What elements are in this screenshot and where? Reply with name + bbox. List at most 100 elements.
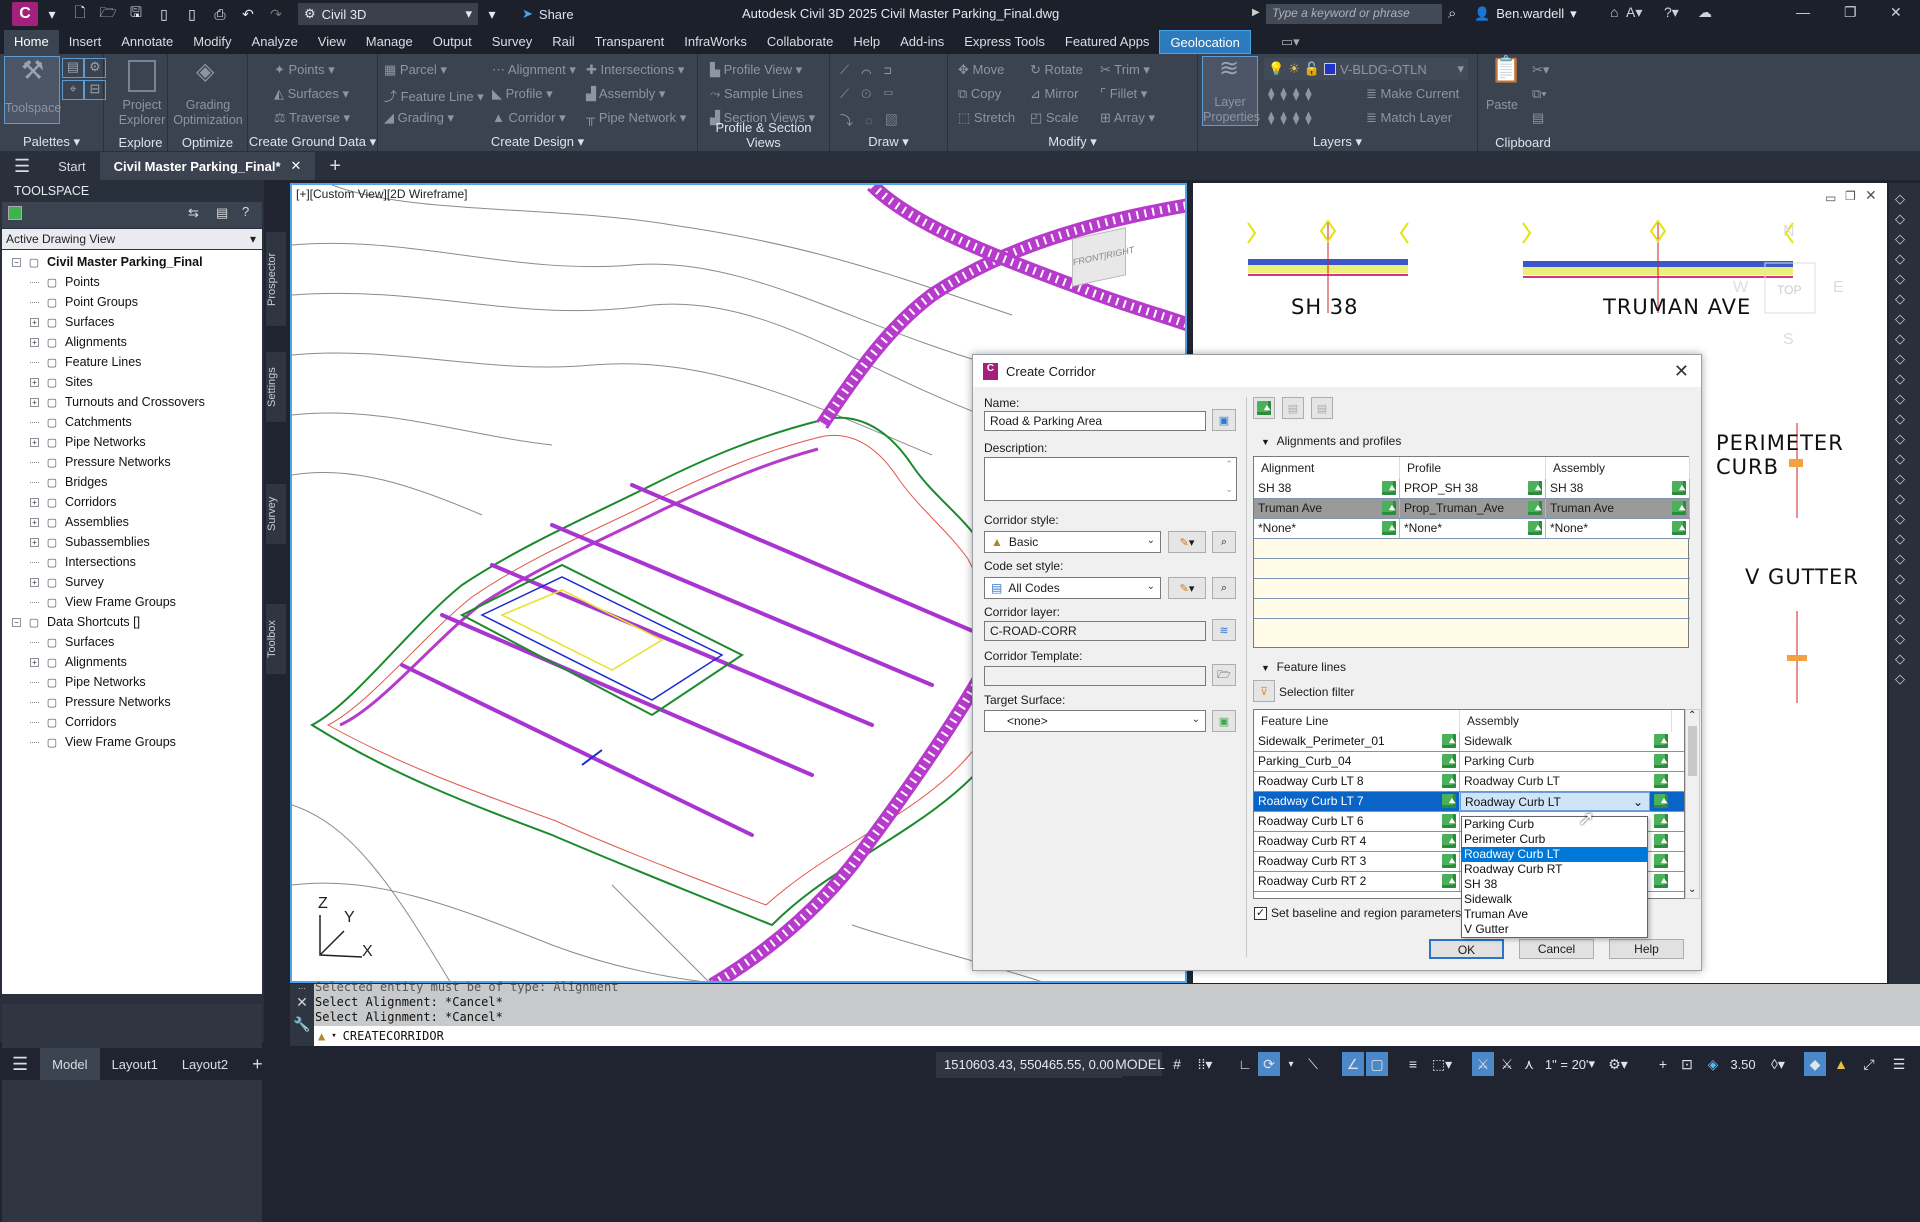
feature-lines-section-toggle[interactable]: ▼ Feature lines [1261,660,1346,674]
toolspace-button[interactable]: ⚒ Toolspace [4,56,61,124]
template-browse-button[interactable]: 🗁 [1212,664,1236,686]
pick-from-drawing-icon[interactable] [1528,501,1542,515]
cube-icon[interactable] [8,206,22,220]
globe-icon[interactable]: ◇ [1895,331,1905,347]
tree-data-shortcuts[interactable]: − ▢ Data Shortcuts [] [12,612,140,632]
tree-item-corridors[interactable]: + ▢ Corridors [30,492,116,512]
point-icon[interactable]: ◇ [1895,351,1905,367]
expand-toggle-icon[interactable]: + [30,317,39,327]
toggle-list-icon[interactable]: ▤ [216,205,228,221]
chevron-down-icon[interactable]: ⌄ [1633,793,1643,812]
dialog-close-button[interactable]: ✕ [1674,361,1689,382]
point-cloud-icon[interactable]: ◇ [1895,591,1905,607]
prospector-toggle-icon[interactable]: ▤ [62,58,84,78]
scroll-down-icon[interactable]: ⌄ [1225,484,1233,495]
fillet-menu[interactable]: ⌜ Fillet ▾ [1100,86,1147,102]
alignment-cell-assembly[interactable]: SH 38 [1546,479,1690,498]
ribbon-tab-rail[interactable]: Rail [542,30,584,54]
corridor-style-edit-button[interactable]: ✎ ▾ [1168,531,1206,553]
feature-line-cell[interactable]: Roadway Curb LT 6 [1254,812,1460,831]
settings-toggle-icon[interactable]: ⚙ [84,58,106,78]
cut-button[interactable]: ✂▾ [1532,62,1549,78]
coordinates-readout[interactable]: 1510603.43, 550465.55, 0.00 [936,1052,1122,1078]
draw-tools-row3[interactable]: ⤵◌▨ [840,110,910,129]
copy-clip-button[interactable]: ⧉▾ [1532,86,1547,102]
target-surface-select[interactable]: <none> ⌄ [984,710,1206,732]
profile-menu[interactable]: ◣ Profile ▾ [492,86,553,102]
tab-layout1[interactable]: Layout1 [100,1048,170,1080]
assembly-cell[interactable]: Sidewalk [1460,732,1672,751]
ribbon-tab-infraworks[interactable]: InfraWorks [674,30,757,54]
alignment-cell-profile[interactable]: Prop_Truman_Ave [1400,499,1546,518]
ribbon-tab-featured-apps[interactable]: Featured Apps [1055,30,1160,54]
alignment-cell-profile[interactable]: PROP_SH 38 [1400,479,1546,498]
selection-filter-button[interactable]: ⊽ [1253,680,1275,702]
save-to-web-icon[interactable]: ▯ [153,3,175,25]
cancel-button[interactable]: Cancel [1519,939,1594,959]
open-from-web-icon[interactable]: ▯ [181,3,203,25]
ribbon-tab-overflow-icon[interactable]: ▭▾ [1271,30,1310,54]
parcel-menu[interactable]: ▦ Parcel ▾ [384,62,447,78]
align-grid-header[interactable]: Assembly [1546,457,1690,479]
survey-toggle-icon[interactable]: ⌖ [62,80,84,100]
layer-tools-row2[interactable]: ⧫⧫⧫⧫ [1268,110,1318,126]
properties-icon[interactable]: ◇ [1895,431,1905,447]
assembly-cell[interactable]: Roadway Curb LT [1460,772,1672,791]
tree-item-pipe-networks[interactable]: + ▢ Pipe Networks [30,432,146,452]
pick-from-drawing-icon[interactable] [1672,521,1686,535]
object-snap-icon[interactable]: ▢ [1366,1052,1388,1076]
isodraft-icon[interactable]: ⟍ [1302,1052,1324,1076]
tree-item-catchments[interactable]: ▢ Catchments [30,412,132,432]
set-baseline-checkbox[interactable]: ✓ [1254,906,1267,920]
workspace-gear-icon[interactable]: ⚙▾ [1604,1052,1632,1076]
tree-item-turnouts-and-crossovers[interactable]: + ▢ Turnouts and Crossovers [30,392,205,412]
fullscreen-icon[interactable]: ⤢ [1858,1052,1880,1076]
rotate-button[interactable]: ↻ Rotate [1030,62,1083,78]
pick-from-drawing-icon[interactable] [1654,834,1668,848]
search-expand-icon[interactable]: ▶ [1252,7,1260,18]
new-file-icon[interactable]: 🗋 [69,3,91,25]
tree-item-point-groups[interactable]: ▢ Point Groups [30,292,138,312]
create-ground-panel-label[interactable]: Create Ground Data ▾ [248,134,377,150]
layers-panel-label[interactable]: Layers ▾ [1198,134,1477,150]
item-view-icon[interactable]: ⇆ [188,205,199,221]
alignment-row[interactable]: *None* *None* *None* [1254,519,1690,539]
layout-menu-icon[interactable]: ☰ [0,1048,40,1080]
minimize-button[interactable]: — [1796,4,1810,20]
expand-toggle-icon[interactable]: + [30,337,39,347]
compass-top[interactable]: TOP [1777,283,1801,297]
toolspace-view-dropdown[interactable]: Active Drawing View ▾ [2,229,262,249]
pick-from-drawing-icon[interactable] [1442,834,1456,848]
intersections-menu[interactable]: ✚ Intersections ▾ [586,62,684,78]
user-account[interactable]: 👤 Ben.wardell ▾ [1474,6,1577,22]
ribbon-tab-transparent[interactable]: Transparent [585,30,675,54]
pick-from-drawing-icon[interactable] [1654,774,1668,788]
app-menu-chevron-icon[interactable]: ▾ [41,3,63,25]
ortho-icon[interactable]: ∟ [1234,1052,1256,1076]
corridor-layer-input[interactable]: C-ROAD-CORR [984,621,1206,641]
dialog-title-bar[interactable]: C Create Corridor ✕ [973,355,1701,387]
ribbon-tab-annotate[interactable]: Annotate [111,30,183,54]
share-button[interactable]: ➤ Share [522,6,574,22]
feature-line-cell[interactable]: Sidewalk_Perimeter_01 [1254,732,1460,751]
pick-from-drawing-icon[interactable] [1654,874,1668,888]
point-label-icon[interactable]: ◇ [1895,371,1905,387]
compass-n[interactable]: N [1783,223,1795,241]
assembly-option[interactable]: SH 38 [1462,877,1647,892]
toolspace-icon[interactable]: ◇ [1895,651,1905,667]
pick-from-drawing-icon[interactable] [1382,481,1396,495]
feature-grid-header[interactable]: Feature Line [1254,710,1460,732]
viewport-close-icon[interactable]: ✕ [1865,187,1877,204]
pick-from-drawing-icon[interactable] [1672,481,1686,495]
tree-item-surfaces[interactable]: + ▢ Surfaces [30,312,114,332]
name-input[interactable]: Road & Parking Area [984,411,1206,431]
stretch-button[interactable]: ⬚ Stretch [958,110,1015,126]
match-layer-button[interactable]: ≣ Match Layer [1366,110,1452,126]
status-menu-icon[interactable]: ☰ [1886,1052,1912,1076]
pick-from-drawing-icon[interactable] [1672,501,1686,515]
tree-item-intersections[interactable]: ▢ Intersections [30,552,136,572]
pick-from-drawing-icon[interactable] [1442,794,1456,808]
corridor-style-select[interactable]: ▲ Basic ⌄ [984,531,1161,553]
tree-item-points[interactable]: ▢ Points [30,272,100,292]
open-file-icon[interactable]: 🗁 [97,3,119,25]
